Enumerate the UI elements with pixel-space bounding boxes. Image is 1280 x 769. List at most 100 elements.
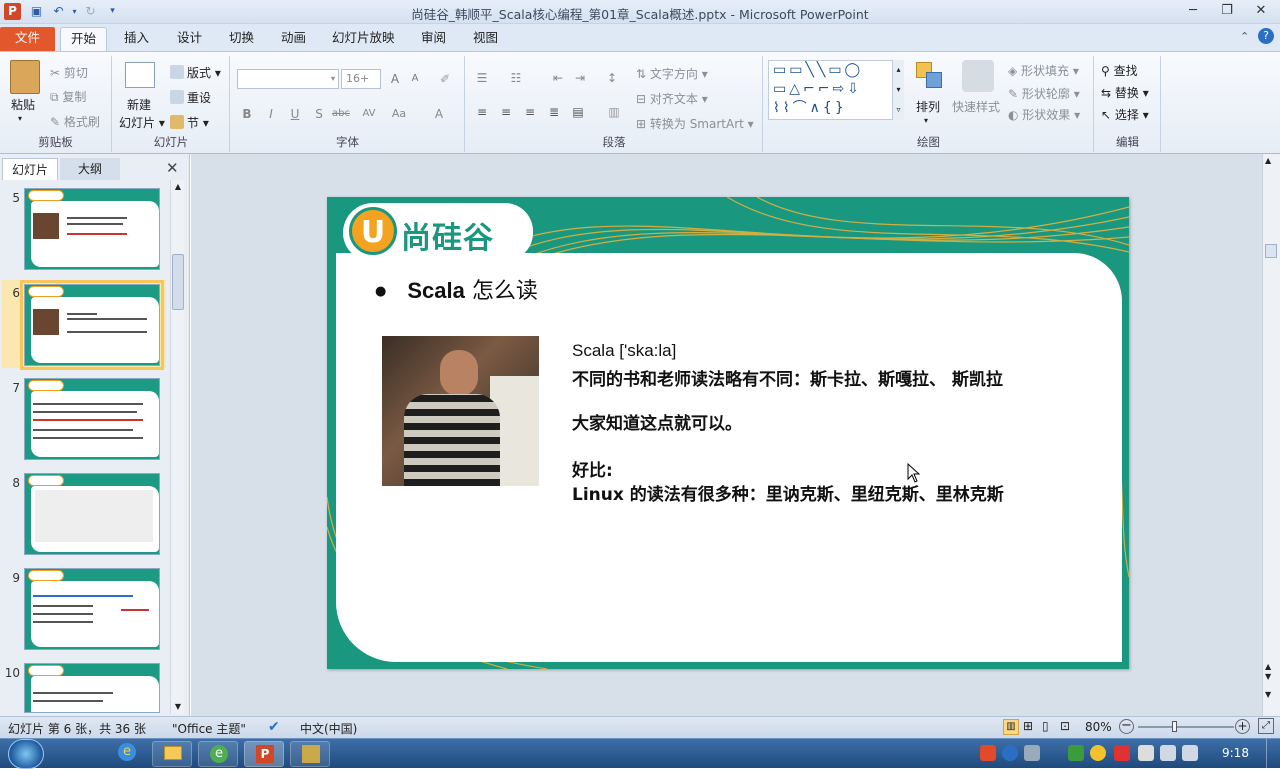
bold-icon[interactable]: B (237, 104, 257, 124)
ime-icon[interactable] (980, 745, 996, 761)
text-direction-button[interactable]: ⇅ 文字方向 ▾ (636, 65, 708, 82)
numbering-icon[interactable]: ☷ (506, 68, 526, 88)
theme-name[interactable]: "Office 主题" (172, 720, 246, 737)
pronunciation-text[interactable]: Scala ['ska:la] (572, 341, 676, 361)
linux-example-text[interactable]: Linux 的读法有很多种：里讷克斯、里纽克斯、里林克斯 (572, 480, 1004, 505)
current-slide[interactable]: U 尚硅谷 ● Scala 怎么读 Scala ['ska:la] 不同的书和老… (327, 197, 1129, 669)
italic-icon[interactable]: I (261, 104, 281, 124)
new-slide-icon[interactable] (125, 62, 155, 88)
taskbar-browser[interactable]: e (198, 741, 238, 767)
security-icon[interactable] (1090, 745, 1106, 761)
slide-thumbnail[interactable] (24, 568, 160, 650)
tab-file[interactable]: 文件 (0, 27, 55, 51)
format-painter-button[interactable]: ✎ 格式刷 (50, 113, 100, 130)
display-icon[interactable] (1182, 745, 1198, 761)
slide-thumbnail[interactable] (24, 188, 160, 270)
arrange-button[interactable]: 排列 (916, 98, 940, 115)
close-panel-icon[interactable]: ✕ (166, 159, 179, 177)
font-name-combo[interactable]: ▾ (237, 69, 339, 89)
battery-icon[interactable] (1138, 745, 1154, 761)
layout-button[interactable]: 版式 ▾ (170, 64, 221, 81)
zoom-in-icon[interactable]: + (1235, 719, 1250, 734)
shape-fill-button[interactable]: ◈ 形状填充 ▾ (1008, 62, 1079, 79)
section-button[interactable]: 节 ▾ (170, 114, 209, 131)
distribute-icon[interactable]: ▤ (568, 102, 588, 122)
select-button[interactable]: ↖ 选择 ▾ (1101, 106, 1149, 123)
slide-thumbnail[interactable] (24, 378, 160, 460)
tab-insert[interactable]: 插入 (114, 27, 159, 51)
smartart-button[interactable]: ⊞ 转换为 SmartArt ▾ (636, 115, 754, 132)
tray-icon[interactable] (1024, 745, 1040, 761)
grow-font-icon[interactable]: A (385, 69, 405, 89)
taskbar-powerpoint[interactable]: P (244, 741, 284, 767)
tab-slides[interactable]: 幻灯片 (2, 158, 58, 180)
normal-view-icon[interactable]: ▥ (1003, 719, 1019, 735)
help-icon[interactable]: ? (1258, 28, 1274, 44)
start-button[interactable] (8, 739, 44, 769)
tab-review[interactable]: 审阅 (411, 27, 456, 51)
increase-indent-icon[interactable]: ⇥ (570, 68, 590, 88)
copy-button[interactable]: ⧉ 复制 (50, 88, 86, 105)
tab-transitions[interactable]: 切换 (219, 27, 264, 51)
font-size-combo[interactable]: 16+ (341, 69, 381, 89)
shape-outline-button[interactable]: ✎ 形状轮廓 ▾ (1008, 85, 1080, 102)
slideshow-view-icon[interactable]: ⊡ (1060, 719, 1070, 733)
font-color-icon[interactable]: A (429, 104, 449, 124)
quick-styles-icon[interactable] (962, 60, 994, 92)
shapes-gallery[interactable]: ▭▭╲╲▭◯ ▭△⌐⌐⇨⇩ ⌇⌇⌒∧{} (768, 60, 904, 120)
shadow-icon[interactable]: S (309, 104, 329, 124)
taskbar-explorer[interactable] (152, 741, 192, 767)
clear-format-icon[interactable]: ✐ (435, 69, 455, 89)
slide-scrollbar[interactable]: ▲ ▲ ▼ ▼ (1262, 154, 1280, 716)
network-icon[interactable] (1114, 745, 1130, 761)
language-indicator[interactable]: 中文(中国) (300, 720, 357, 737)
tab-animations[interactable]: 动画 (271, 27, 316, 51)
minimize-ribbon-icon[interactable]: ⌃ (1240, 30, 1249, 43)
minimize-button[interactable]: ─ (1180, 2, 1206, 20)
align-right-icon[interactable]: ≡ (520, 102, 540, 122)
quick-styles-button[interactable]: 快速样式 (952, 98, 1000, 115)
prev-slide-icon[interactable]: ▲ ▼ (1265, 662, 1271, 682)
next-slide-icon[interactable]: ▼ (1265, 690, 1271, 699)
note-text[interactable]: 大家知道这点就可以。 (572, 409, 742, 434)
paste-dropdown-icon[interactable]: ▾ (18, 114, 22, 123)
slide-thumbnail[interactable] (24, 473, 160, 555)
cut-button[interactable]: ✂ 剪切 (50, 64, 88, 81)
justify-icon[interactable]: ≣ (544, 102, 564, 122)
underline-icon[interactable]: U (285, 104, 305, 124)
shape-effects-button[interactable]: ◐ 形状效果 ▾ (1008, 106, 1080, 123)
char-spacing-icon[interactable]: AV (359, 104, 379, 124)
tab-outline[interactable]: 大纲 (60, 158, 120, 180)
pronunciation-variants-text[interactable]: 不同的书和老师读法略有不同：斯卡拉、斯嘎拉、 斯凯拉 (572, 365, 1003, 390)
clock[interactable]: 9:18 (1222, 746, 1249, 760)
scroll-up-icon[interactable]: ▲ (1265, 156, 1271, 165)
ie-icon[interactable]: e (118, 743, 136, 761)
paste-button[interactable]: 粘贴 (11, 96, 35, 113)
replace-button[interactable]: ⇆ 替换 ▾ (1101, 84, 1149, 101)
align-center-icon[interactable]: ≡ (496, 102, 516, 122)
align-text-button[interactable]: ⊟ 对齐文本 ▾ (636, 90, 708, 107)
align-left-icon[interactable]: ≡ (472, 102, 492, 122)
new-slide-button[interactable]: 新建 (127, 96, 151, 113)
strikethrough-icon[interactable]: abc (331, 104, 351, 124)
analogy-label[interactable]: 好比: (572, 456, 613, 481)
columns-icon[interactable]: ▥ (604, 102, 624, 122)
slide-thumbnail-selected[interactable] (20, 280, 164, 370)
reset-button[interactable]: 重设 (170, 89, 211, 106)
panel-scroll-thumb[interactable] (172, 254, 184, 310)
close-button[interactable]: ✕ (1248, 2, 1274, 20)
tab-home[interactable]: 开始 (60, 27, 108, 51)
zoom-slider[interactable] (1138, 726, 1234, 728)
tab-view[interactable]: 视图 (463, 27, 508, 51)
slide-sorter-icon[interactable]: ⊞ (1023, 719, 1033, 733)
shrink-font-icon[interactable]: A (405, 69, 425, 89)
paste-icon[interactable] (10, 60, 40, 94)
arrange-icon[interactable] (916, 62, 944, 90)
volume-icon[interactable] (1160, 745, 1176, 761)
zoom-slider-thumb[interactable] (1172, 721, 1178, 732)
change-case-icon[interactable]: Aa (389, 104, 409, 124)
reading-view-icon[interactable]: ▯ (1042, 719, 1049, 733)
shield-icon[interactable] (1068, 745, 1084, 761)
decrease-indent-icon[interactable]: ⇤ (548, 68, 568, 88)
spellcheck-icon[interactable]: ✔ (268, 719, 280, 735)
